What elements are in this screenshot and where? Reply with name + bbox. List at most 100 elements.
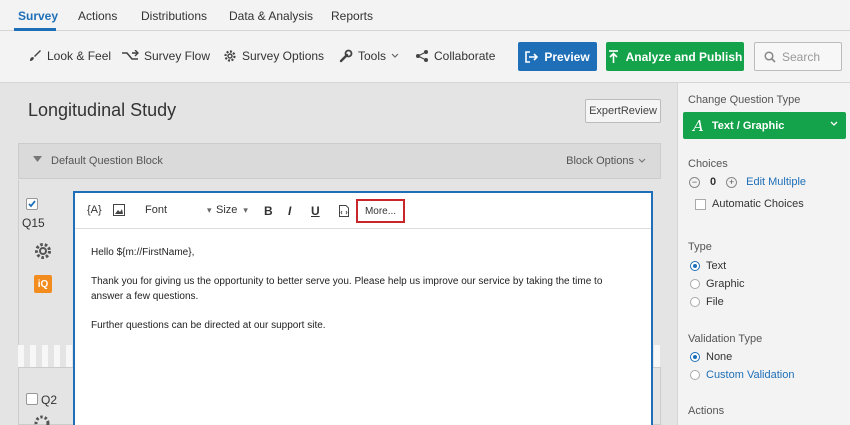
- look-feel-button[interactable]: Look & Feel: [28, 49, 111, 63]
- editor-toolbar: {A} Font ▾ Size ▾ B I U More...: [75, 193, 651, 229]
- validation-option-label: None: [706, 351, 733, 363]
- radio-unselected: [690, 279, 700, 289]
- publish-icon: [608, 49, 618, 63]
- change-type-heading: Change Question Type: [688, 94, 801, 106]
- preview-label: Preview: [544, 49, 590, 64]
- automatic-choices-label: Automatic Choices: [712, 198, 804, 210]
- collaborate-button[interactable]: Collaborate: [415, 49, 495, 63]
- checkbox-box: [695, 198, 706, 210]
- radio-selected: [690, 261, 700, 271]
- chevron-down-icon: [638, 158, 646, 163]
- type-option-label: Graphic: [706, 278, 745, 290]
- survey-title: Longitudinal Study: [28, 100, 177, 120]
- tab-survey[interactable]: Survey: [18, 9, 58, 23]
- question-number: Q15: [22, 216, 45, 230]
- search-input[interactable]: Search: [754, 42, 842, 71]
- type-option-label: Text: [706, 260, 727, 272]
- gear-icon[interactable]: [33, 414, 51, 425]
- paintbrush-icon: [30, 50, 41, 61]
- expert-review-button[interactable]: ExpertReview: [585, 99, 661, 123]
- plus-icon[interactable]: +: [726, 176, 738, 188]
- actions-heading: Actions: [688, 405, 725, 417]
- preview-icon: [525, 50, 539, 63]
- choices-stepper: − 0 + Edit Multiple: [689, 176, 806, 188]
- choices-heading: Choices: [688, 158, 728, 170]
- type-option-text[interactable]: Text: [690, 260, 726, 272]
- question-select-checkbox[interactable]: [26, 198, 38, 210]
- radio-unselected: [690, 370, 700, 380]
- edit-multiple-link[interactable]: Edit Multiple: [746, 176, 806, 188]
- survey-options-label: Survey Options: [242, 49, 325, 63]
- checkmark-icon: [28, 200, 36, 208]
- underline-button[interactable]: U: [311, 204, 320, 218]
- type-option-graphic[interactable]: Graphic: [690, 278, 745, 290]
- automatic-choices-checkbox[interactable]: Automatic Choices: [695, 198, 804, 210]
- publish-label: Analyze and Publish: [625, 49, 743, 64]
- expert-review-iq-icon[interactable]: iQ: [34, 275, 52, 293]
- italic-button[interactable]: I: [288, 204, 291, 218]
- chevron-down-icon: ▾: [243, 204, 248, 215]
- share-icon: [416, 50, 428, 62]
- source-icon[interactable]: [339, 205, 349, 217]
- piped-text-button[interactable]: {A}: [87, 204, 102, 216]
- collaborate-label: Collaborate: [434, 49, 496, 63]
- gear-icon: [224, 50, 236, 62]
- validation-option-label: Custom Validation: [706, 369, 795, 381]
- radio-unselected: [690, 297, 700, 307]
- greeting-paragraph: Hello ${m://FirstName},: [91, 247, 195, 258]
- text-graphic-icon: A: [693, 116, 704, 135]
- look-feel-label: Look & Feel: [47, 49, 112, 63]
- tab-data-analysis[interactable]: Data & Analysis: [229, 9, 313, 23]
- chevron-down-icon: [830, 121, 838, 126]
- survey-flow-label: Survey Flow: [144, 49, 211, 63]
- block-options-menu[interactable]: Block Options: [566, 155, 646, 167]
- intro-paragraph: Thank you for giving us the opportunity …: [91, 276, 603, 302]
- block-name: Default Question Block: [51, 155, 163, 167]
- question-type-dropdown[interactable]: A Text / Graphic: [683, 112, 846, 139]
- survey-options-button[interactable]: Survey Options: [223, 49, 324, 63]
- tab-reports[interactable]: Reports: [331, 9, 373, 23]
- tools-menu[interactable]: Tools: [339, 49, 399, 63]
- question-number: Q2: [41, 393, 58, 407]
- more-button[interactable]: More...: [356, 199, 405, 223]
- wrench-icon: [339, 49, 353, 63]
- chevron-down-icon: ▾: [207, 204, 212, 215]
- tab-distributions[interactable]: Distributions: [141, 9, 207, 23]
- question-block-header: Default Question Block Block Options: [18, 143, 661, 179]
- validation-heading: Validation Type: [688, 333, 763, 345]
- question-type-label: Text / Graphic: [711, 119, 785, 132]
- survey-flow-button[interactable]: Survey Flow: [121, 49, 210, 63]
- type-option-label: File: [706, 296, 724, 308]
- search-placeholder: Search: [782, 49, 821, 64]
- preview-button[interactable]: Preview: [518, 42, 597, 71]
- support-paragraph: Further questions can be directed at our…: [91, 320, 326, 331]
- rich-text-editor[interactable]: {A} Font ▾ Size ▾ B I U More... Hello ${…: [73, 191, 653, 425]
- question-properties-panel: Change Question Type A Text / Graphic Ch…: [677, 83, 850, 425]
- tools-label: Tools: [358, 49, 387, 63]
- block-options-label: Block Options: [566, 155, 634, 167]
- analyze-publish-button[interactable]: Analyze and Publish: [606, 42, 744, 71]
- minus-icon[interactable]: −: [689, 176, 700, 188]
- type-heading: Type: [688, 241, 712, 253]
- editor-content[interactable]: Hello ${m://FirstName}, Thank you for gi…: [91, 245, 631, 347]
- image-icon[interactable]: [113, 204, 125, 216]
- survey-toolbar: Look & Feel Survey Flow Survey Options T…: [0, 31, 850, 83]
- validation-option-none[interactable]: None: [690, 351, 732, 363]
- size-dropdown[interactable]: Size ▾: [216, 204, 248, 216]
- top-nav: Survey Actions Distributions Data & Anal…: [0, 0, 850, 31]
- radio-selected: [690, 352, 700, 362]
- font-label: Font: [145, 204, 168, 216]
- type-option-file[interactable]: File: [690, 296, 724, 308]
- tab-actions[interactable]: Actions: [78, 9, 117, 23]
- question-select-checkbox[interactable]: [26, 393, 38, 405]
- size-label: Size: [216, 204, 238, 216]
- search-icon: [764, 50, 776, 63]
- chevron-down-icon: [391, 53, 399, 58]
- choice-count: 0: [710, 176, 717, 188]
- flow-icon: [122, 50, 139, 60]
- caret-down-icon[interactable]: [33, 156, 42, 162]
- bold-button[interactable]: B: [264, 204, 273, 218]
- gear-icon[interactable]: [33, 241, 53, 261]
- font-dropdown[interactable]: Font ▾: [145, 204, 212, 216]
- validation-option-custom[interactable]: Custom Validation: [690, 369, 794, 381]
